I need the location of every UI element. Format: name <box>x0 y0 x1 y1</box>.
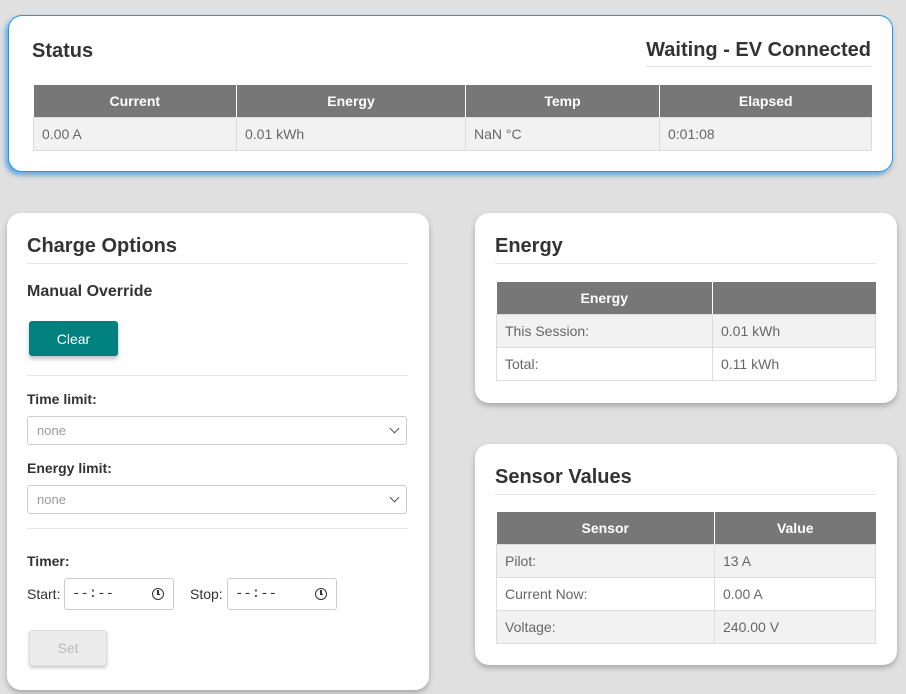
stop-time-value: --:-- <box>235 586 278 602</box>
row-value: 0.11 kWh <box>712 346 876 381</box>
time-limit-select[interactable]: none <box>27 416 407 445</box>
clock-icon[interactable] <box>315 588 327 600</box>
energy-limit-select[interactable]: none <box>27 485 407 514</box>
table-row: Current Now: 0.00 A <box>496 576 876 611</box>
status-title: Status <box>32 40 94 62</box>
col-sensor: Sensor <box>496 512 715 544</box>
row-label: This Session: <box>496 313 713 348</box>
charge-options-card: Charge Options Manual Override Clear Tim… <box>7 213 429 690</box>
col-temp: Temp <box>465 85 660 117</box>
row-label: Pilot: <box>496 543 715 578</box>
time-limit-value: none <box>37 423 66 438</box>
energy-value: 0.01 kWh <box>236 116 466 151</box>
row-value: 240.00 V <box>714 609 876 644</box>
row-label: Current Now: <box>496 576 715 611</box>
temp-value: NaN °C <box>465 116 660 151</box>
timer-label: Timer: <box>27 553 70 569</box>
table-row: Total: 0.11 kWh <box>496 346 876 381</box>
energy-limit-label: Energy limit: <box>27 460 112 476</box>
charge-options-title: Charge Options <box>27 235 408 264</box>
elapsed-value: 0:01:08 <box>659 116 872 151</box>
row-value: 0.00 A <box>714 576 876 611</box>
clock-icon[interactable] <box>152 588 164 600</box>
sensor-values-card: Sensor Values Sensor Value Pilot: 13 A C… <box>475 444 897 665</box>
start-label: Start: <box>27 586 61 602</box>
status-card: Status Waiting - EV Connected Current En… <box>8 15 893 172</box>
col-current: Current <box>33 85 237 117</box>
set-button[interactable]: Set <box>29 630 107 666</box>
row-value: 0.01 kWh <box>712 313 876 348</box>
manual-override-title: Manual Override <box>27 283 153 300</box>
col-value: Value <box>714 512 876 544</box>
table-row: Voltage: 240.00 V <box>496 609 876 644</box>
stop-label: Stop: <box>190 586 223 602</box>
status-table: Current Energy Temp Elapsed 0.00 A 0.01 … <box>33 85 872 151</box>
start-time-input[interactable]: --:-- <box>64 578 174 610</box>
sensor-table: Sensor Value Pilot: 13 A Current Now: 0.… <box>496 512 876 644</box>
clear-button[interactable]: Clear <box>29 321 118 356</box>
col-blank <box>712 282 876 314</box>
table-row: Pilot: 13 A <box>496 543 876 578</box>
time-limit-label: Time limit: <box>27 391 97 407</box>
energy-title: Energy <box>495 235 876 264</box>
row-label: Voltage: <box>496 609 715 644</box>
divider <box>27 528 408 529</box>
energy-table: Energy This Session: 0.01 kWh Total: 0.1… <box>496 282 876 381</box>
table-row: This Session: 0.01 kWh <box>496 313 876 348</box>
energy-limit-value: none <box>37 492 66 507</box>
energy-card: Energy Energy This Session: 0.01 kWh Tot… <box>475 213 897 403</box>
start-time-value: --:-- <box>72 586 115 602</box>
col-energy: Energy <box>496 282 713 314</box>
current-value: 0.00 A <box>33 116 237 151</box>
row-label: Total: <box>496 346 713 381</box>
chevron-down-icon <box>389 492 400 503</box>
col-energy: Energy <box>236 85 466 117</box>
stop-time-input[interactable]: --:-- <box>227 578 337 610</box>
chevron-down-icon <box>389 423 400 434</box>
status-state: Waiting - EV Connected <box>646 39 871 67</box>
divider <box>27 375 408 376</box>
sensor-values-title: Sensor Values <box>495 466 876 495</box>
col-elapsed: Elapsed <box>659 85 872 117</box>
table-row: 0.00 A 0.01 kWh NaN °C 0:01:08 <box>33 116 872 151</box>
row-value: 13 A <box>714 543 876 578</box>
